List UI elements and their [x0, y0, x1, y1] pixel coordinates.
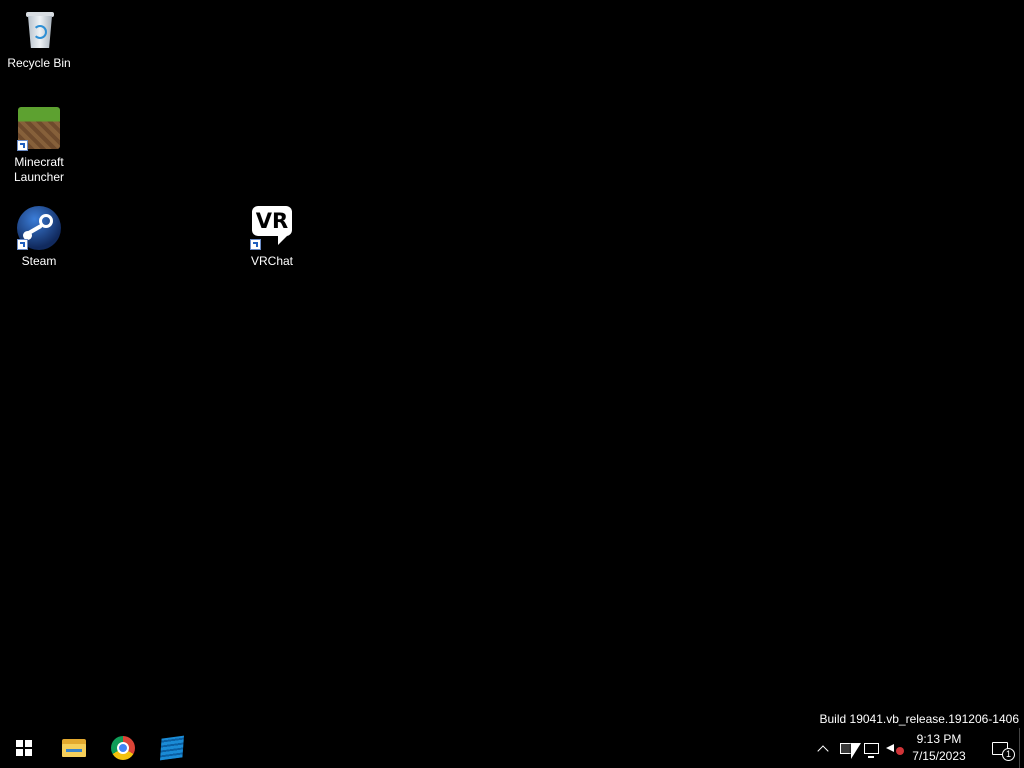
network-icon — [863, 742, 879, 758]
windows-logo-icon — [16, 740, 32, 756]
recycle-bin-icon — [17, 8, 61, 52]
chevron-up-icon — [817, 744, 829, 757]
desktop-icon-label: Recycle Bin — [7, 56, 71, 70]
notification-icon: 1 — [992, 741, 1015, 761]
volume-button[interactable] — [884, 728, 906, 768]
desktop-icon-vrchat[interactable]: VR VRChat — [234, 206, 310, 269]
taskbar-clock[interactable]: 9:13 PM 7/15/2023 — [906, 728, 972, 768]
vrchat-logo-text: VR — [252, 206, 292, 236]
shortcut-arrow-icon — [17, 140, 28, 151]
network-button[interactable] — [860, 728, 882, 768]
chrome-icon — [111, 736, 135, 760]
start-button[interactable] — [0, 728, 48, 768]
clock-time: 9:13 PM — [916, 732, 962, 746]
speaker-muted-icon — [886, 741, 904, 755]
minecraft-icon — [17, 107, 61, 151]
build-watermark: Build 19041.vb_release.191206-1406 — [819, 712, 1020, 726]
shortcut-arrow-icon — [250, 239, 261, 250]
desktop-icon-label: VRChat — [250, 254, 294, 268]
desktop-icon-steam[interactable]: Steam — [1, 206, 77, 269]
clock-date: 7/15/2023 — [912, 749, 966, 763]
desktop[interactable]: Recycle Bin Minecraft Launcher Steam VR … — [0, 0, 1024, 728]
shortcut-arrow-icon — [17, 239, 28, 250]
steam-icon — [17, 206, 61, 250]
desktop-icon-minecraft-launcher[interactable]: Minecraft Launcher — [1, 107, 77, 185]
taskbar-chrome[interactable] — [99, 728, 147, 768]
taskbar: 9:13 PM 7/15/2023 1 — [0, 728, 1024, 768]
action-center-button[interactable]: 1 — [980, 728, 1020, 768]
mouse-cursor-icon — [851, 743, 861, 759]
notification-count-badge: 1 — [1002, 747, 1015, 761]
taskbar-file-explorer[interactable] — [50, 728, 98, 768]
roblox-studio-icon — [159, 735, 185, 761]
desktop-icon-label: Steam — [21, 254, 57, 268]
show-hidden-icons-button[interactable] — [813, 728, 833, 768]
desktop-icon-recycle-bin[interactable]: Recycle Bin — [1, 8, 77, 71]
file-explorer-icon — [62, 739, 86, 757]
desktop-icon-label: Minecraft Launcher — [13, 155, 65, 184]
show-desktop-button[interactable] — [1019, 728, 1024, 768]
taskbar-roblox-studio[interactable] — [148, 728, 196, 768]
vrchat-icon: VR — [250, 206, 294, 250]
